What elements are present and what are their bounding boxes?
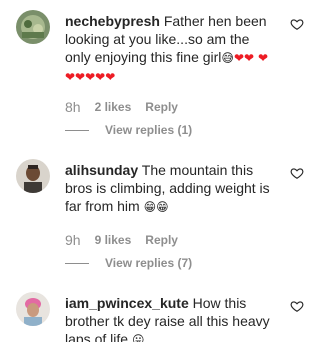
like-button[interactable]: [290, 17, 308, 35]
comment-text: alihsunday The mountain this bros is cli…: [65, 161, 277, 216]
comment-emoji: 😁😁: [143, 200, 169, 214]
comment-hearts: ❤❤: [233, 51, 255, 65]
heart-outline-icon: [290, 301, 304, 312]
comment-emoji: 😛: [131, 333, 145, 342]
view-replies-label: View replies (7): [105, 256, 193, 270]
heart-outline-icon: [290, 19, 304, 30]
view-replies-line: [65, 129, 89, 131]
avatar-image-icon: [16, 159, 50, 193]
view-replies-label: View replies (1): [105, 123, 193, 137]
comment-meta: 9h 9 likes Reply: [65, 231, 178, 249]
reply-button[interactable]: Reply: [145, 233, 178, 247]
avatar-image-icon: [16, 10, 50, 44]
comment-text: nechebypresh Father hen been looking at …: [65, 12, 277, 86]
heart-outline-icon: [290, 168, 304, 179]
comment-username[interactable]: iam_pwincex_kute: [65, 295, 189, 311]
view-replies-button[interactable]: View replies (7): [65, 255, 192, 271]
like-button[interactable]: [290, 299, 308, 317]
comment-username[interactable]: nechebypresh: [65, 13, 160, 29]
view-replies-line: [65, 262, 89, 264]
comment-time[interactable]: 8h: [65, 99, 81, 115]
avatar[interactable]: [16, 159, 50, 193]
avatar[interactable]: [16, 292, 50, 326]
comment-time[interactable]: 9h: [65, 232, 81, 248]
comment-username[interactable]: alihsunday: [65, 162, 138, 178]
avatar-image-icon: [16, 292, 50, 326]
reply-button[interactable]: Reply: [145, 100, 178, 114]
comment-likes[interactable]: 9 likes: [95, 233, 132, 247]
comment-emoji: 😅: [221, 51, 234, 65]
view-replies-button[interactable]: View replies (1): [65, 122, 192, 138]
comment-likes[interactable]: 2 likes: [95, 100, 132, 114]
comment-meta: 8h 2 likes Reply: [65, 98, 178, 116]
like-button[interactable]: [290, 166, 308, 184]
avatar[interactable]: [16, 10, 50, 44]
comment-text: iam_pwincex_kute How this brother tk dey…: [65, 294, 277, 342]
